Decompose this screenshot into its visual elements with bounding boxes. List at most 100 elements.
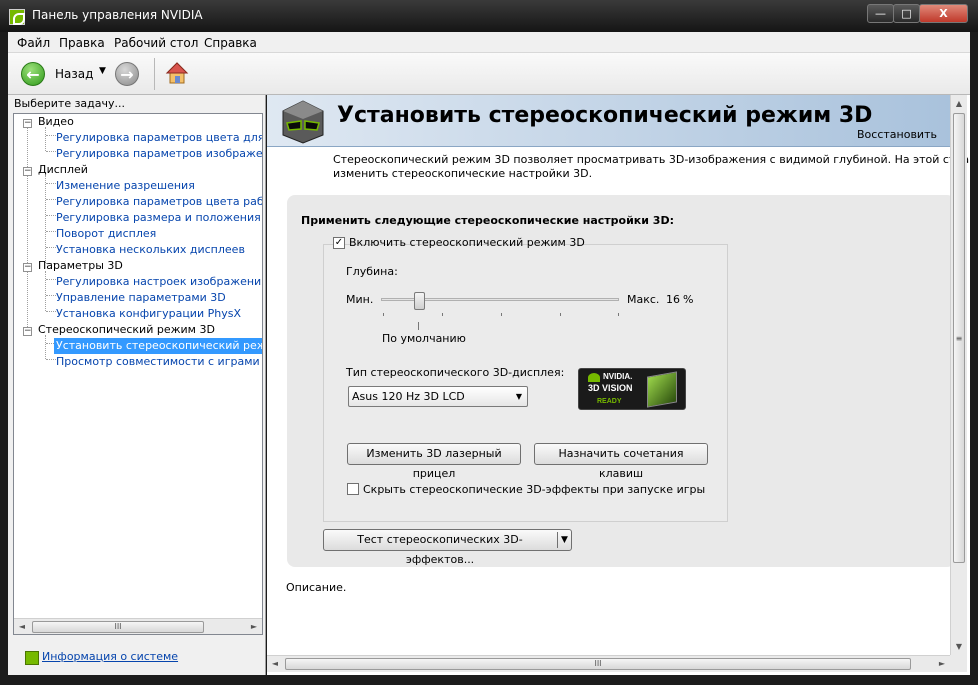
expander-3d[interactable]: − [23, 263, 32, 272]
tree-guide [46, 311, 56, 312]
enable-stereo-label[interactable]: Включить стереоскопический режим 3D [349, 236, 585, 249]
tree-item-3d-manage[interactable]: Управление параметрами 3D [56, 290, 226, 306]
display-type-label: Тип стереоскопического 3D-дисплея: [346, 366, 565, 379]
nvidia-app-icon [9, 9, 25, 25]
menu-file[interactable]: Файл [17, 36, 50, 50]
tree-category-3d[interactable]: Параметры 3D [38, 258, 123, 274]
tree-guide [46, 247, 56, 248]
scroll-down-icon[interactable]: ▼ [951, 638, 967, 655]
back-button-label[interactable]: Назад [55, 67, 93, 81]
slider-tick [501, 313, 502, 316]
tree-guide [46, 151, 56, 152]
tree-item-video-color[interactable]: Регулировка параметров цвета для вид [56, 130, 262, 146]
default-label: По умолчанию [382, 332, 466, 345]
task-label: Выберите задачу... [14, 97, 126, 110]
close-button[interactable]: X [919, 4, 968, 23]
restore-defaults-link[interactable]: Восстановить [857, 128, 937, 141]
content-vertical-scrollbar[interactable]: ▲ ≡ ▼ [950, 95, 967, 655]
task-sidebar: Выберите задачу... − Видео Регулировка п… [8, 95, 266, 675]
menu-edit[interactable]: Правка [59, 36, 105, 50]
slider-tick [560, 313, 561, 316]
depth-label: Глубина: [346, 265, 398, 278]
tree-item-physx[interactable]: Установка конфигурации PhysX [56, 306, 241, 322]
display-type-value: Asus 120 Hz 3D LCD [352, 390, 465, 403]
scroll-up-icon[interactable]: ▲ [951, 95, 967, 112]
description-label: Описание. [286, 581, 347, 594]
scroll-right-icon[interactable]: ► [934, 656, 950, 672]
forward-arrow-icon[interactable]: → [115, 62, 139, 86]
menu-help[interactable]: Справка [204, 36, 257, 50]
content-pane: Установить стереоскопический режим 3D Во… [267, 95, 970, 675]
badge-line-2: 3D VISION [588, 383, 633, 393]
chevron-down-icon[interactable]: ▼ [561, 535, 568, 545]
expander-display[interactable]: − [23, 167, 32, 176]
tree-guide [27, 127, 28, 333]
test-stereo-button[interactable]: Тест стереоскопических 3D-эффектов... ▼ [323, 529, 572, 566]
tree-item-video-image[interactable]: Регулировка параметров изображения д [56, 146, 262, 162]
expander-video[interactable]: − [23, 119, 32, 128]
title-bar[interactable]: Панель управления NVIDIA — □ X [0, 0, 978, 32]
tree-guide [46, 135, 56, 136]
minimize-button[interactable]: — [867, 4, 894, 23]
test-stereo-label[interactable]: Тест стереоскопических 3D-эффектов... [324, 530, 556, 570]
tree-item-resolution[interactable]: Изменение разрешения [56, 178, 195, 194]
app-window: Панель управления NVIDIA — □ X Файл Прав… [0, 0, 978, 685]
expander-stereo[interactable]: − [23, 327, 32, 336]
content-horizontal-scrollbar[interactable]: ◄ III ► [267, 655, 950, 672]
tree-item-multi-display[interactable]: Установка нескольких дисплеев [56, 242, 245, 258]
intro-line-1: Стереоскопический режим 3D позволяет про… [333, 153, 970, 166]
tree-guide [46, 295, 56, 296]
sidebar-horizontal-scrollbar[interactable]: ◄ III ► [14, 618, 262, 634]
back-dropdown-icon[interactable]: ▼ [99, 66, 106, 76]
toolbar-separator [154, 58, 155, 90]
default-tick [418, 322, 419, 330]
change-laser-sight-button[interactable]: Изменить 3D лазерный прицел [347, 443, 521, 480]
3d-vision-ready-logo: NVIDIA. 3D VISION READY [578, 368, 686, 410]
tree-guide [46, 199, 56, 200]
panel-heading: Применить следующие стереоскопические на… [301, 214, 674, 227]
home-icon[interactable] [165, 61, 189, 85]
tree-item-set-stereo[interactable]: Установить стереоскопический режим 3 [54, 338, 262, 354]
slider-max-label: Макс. [627, 293, 660, 306]
task-tree: − Видео Регулировка параметров цвета для… [13, 113, 263, 635]
back-arrow-icon[interactable]: ← [21, 62, 45, 86]
tree-guide [45, 335, 46, 359]
tree-guide [46, 183, 56, 184]
scroll-thumb[interactable]: III [285, 658, 911, 670]
slider-tick [618, 313, 619, 316]
depth-slider-thumb[interactable] [414, 292, 426, 310]
badge-line-3: READY [597, 398, 622, 405]
tree-item-desktop-color[interactable]: Регулировка параметров цвета рабочег [56, 194, 262, 210]
maximize-button[interactable]: □ [893, 4, 920, 23]
hide-effects-label[interactable]: Скрыть стереоскопические 3D-эффекты при … [363, 483, 705, 496]
scrollbar-corner [950, 655, 967, 672]
system-info-link[interactable]: Информация о системе [42, 650, 178, 663]
page-title: Установить стереоскопический режим 3D [337, 103, 873, 128]
slider-tick [442, 313, 443, 316]
tree-item-game-compat[interactable]: Просмотр совместимости с играми [56, 354, 260, 370]
tree-guide [46, 231, 56, 232]
split-divider [557, 532, 558, 548]
scroll-left-icon[interactable]: ◄ [14, 619, 30, 634]
tree-item-rotate[interactable]: Поворот дисплея [56, 226, 156, 242]
enable-stereo-checkbox[interactable]: ✓ [333, 237, 345, 249]
badge-line-1: NVIDIA. [603, 372, 633, 381]
tree-category-display[interactable]: Дисплей [38, 162, 88, 178]
hide-effects-checkbox[interactable] [347, 483, 359, 495]
scroll-thumb[interactable]: III [32, 621, 204, 633]
tree-guide [45, 271, 46, 311]
tree-item-desktop-size[interactable]: Регулировка размера и положения рабо [56, 210, 262, 226]
scroll-right-icon[interactable]: ► [246, 619, 262, 634]
system-info-icon[interactable] [25, 651, 39, 665]
scroll-thumb[interactable]: ≡ [953, 113, 965, 563]
set-hotkeys-button[interactable]: Назначить сочетания клавиш [534, 443, 708, 480]
display-type-select[interactable]: Asus 120 Hz 3D LCD ▼ [348, 386, 528, 407]
scroll-left-icon[interactable]: ◄ [267, 656, 283, 672]
menu-bar: Файл Правка Рабочий стол Справка [8, 32, 970, 53]
tree-item-3d-preview[interactable]: Регулировка настроек изображения с пр [56, 274, 262, 290]
tree-category-stereo[interactable]: Стереоскопический режим 3D [38, 322, 215, 338]
tree-guide [45, 175, 46, 263]
menu-desktop[interactable]: Рабочий стол [114, 36, 198, 50]
tree-category-video[interactable]: Видео [38, 114, 74, 130]
page-header: Установить стереоскопический режим 3D Во… [267, 95, 950, 147]
